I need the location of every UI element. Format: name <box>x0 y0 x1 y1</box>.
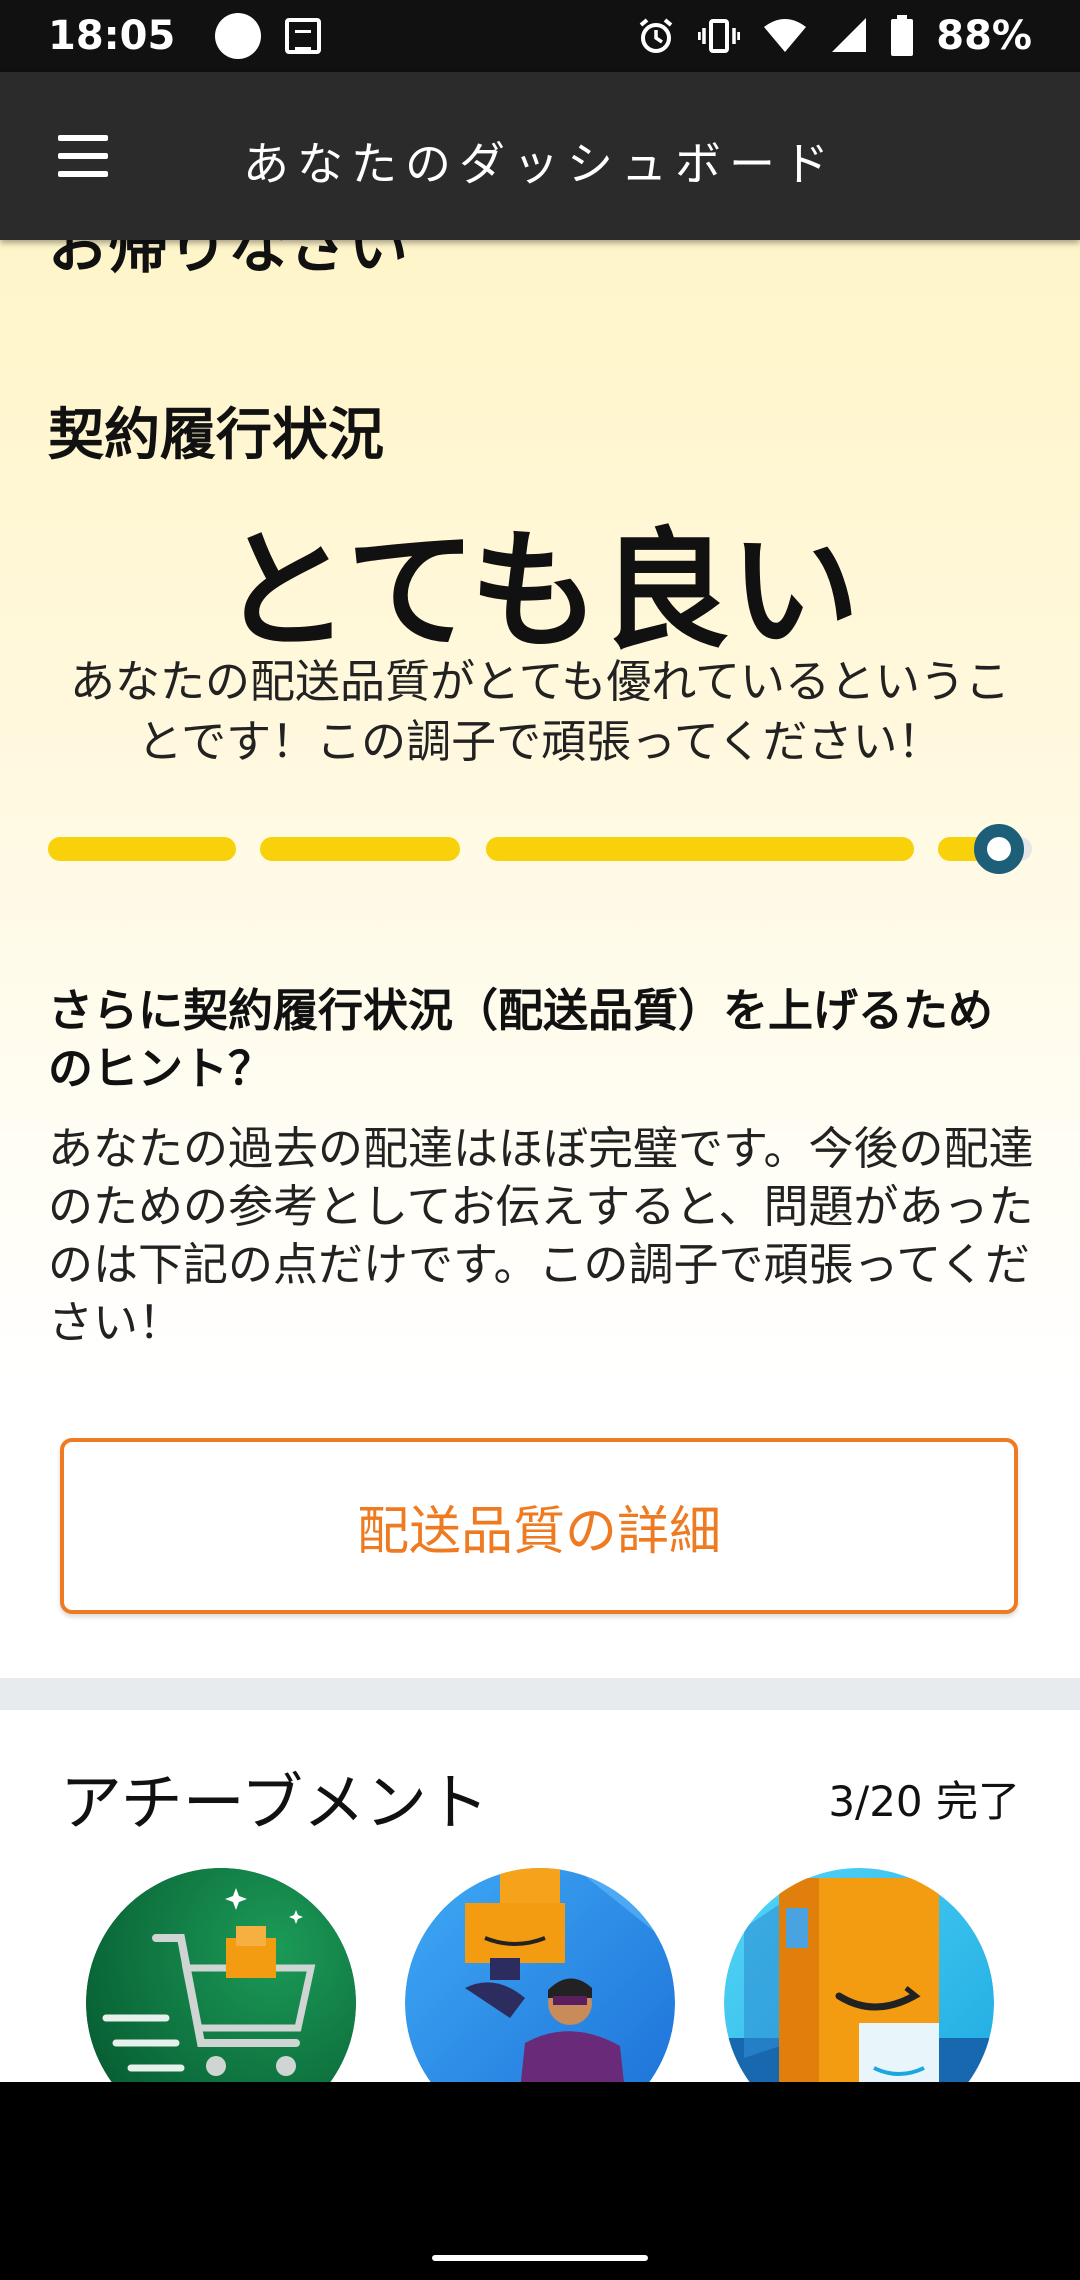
shopping-cart-badge-icon[interactable] <box>86 1868 356 2082</box>
system-navigation-bar <box>0 2082 1080 2280</box>
tips-body: あなたの過去の配達はほぼ完璧です。今後の配達のための参考としてお伝えすると、問題… <box>48 1122 1034 1349</box>
tips-heading: さらに契約履行状況（配送品質）を上げるためのヒント？ <box>48 984 994 1095</box>
delivery-quality-details-button[interactable]: 配送品質の詳細 <box>60 1438 1018 1614</box>
achievements-title: アチーブメント <box>60 1766 490 1839</box>
news-icon <box>285 18 322 54</box>
battery-icon <box>891 15 914 56</box>
dashboard-content[interactable]: お帰りなさい 契約履行状況 とても良い あなたの配送品質がとても優れているという… <box>0 240 1080 2082</box>
vibrate-icon <box>698 19 741 53</box>
notification-icons <box>215 13 322 59</box>
performance-progress-bar <box>48 824 1032 874</box>
performance-label: 契約履行状況 <box>48 403 384 468</box>
amazon-box-badge-icon[interactable] <box>724 1868 994 2082</box>
system-icons: 88% <box>636 13 1032 59</box>
battery-percent: 88% <box>936 13 1032 59</box>
home-gesture-handle[interactable] <box>432 2255 648 2261</box>
wifi-icon <box>764 19 807 52</box>
rating-description: あなたの配送品質がとても優れているということです！この調子で頑張ってください！ <box>69 655 1011 768</box>
achievements-count: 3/20 完了 <box>828 1777 1020 1826</box>
app-bar: あなたのダッシュボード <box>0 72 1080 240</box>
performance-rating: とても良い <box>220 515 860 667</box>
section-divider <box>0 1678 1080 1710</box>
progress-segment-2 <box>260 837 460 861</box>
progress-marker <box>974 824 1024 874</box>
progress-segment-1 <box>48 837 236 861</box>
hero-carrying-boxes-badge-icon[interactable] <box>405 1868 675 2082</box>
page-title: あなたのダッシュボード <box>243 137 837 191</box>
progress-segment-3 <box>486 837 914 861</box>
welcome-heading: お帰りなさい <box>48 240 408 282</box>
dot-icon <box>215 13 262 59</box>
alarm-icon <box>639 18 673 53</box>
signal-icon <box>832 18 867 52</box>
status-bar: 18:05 88% <box>0 0 1080 72</box>
status-time: 18:05 <box>48 13 176 59</box>
